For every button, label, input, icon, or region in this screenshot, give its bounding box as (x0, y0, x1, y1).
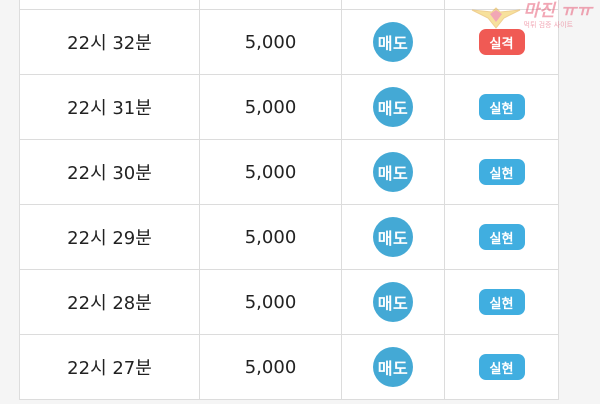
result-cell: 실현 (445, 270, 558, 334)
amount-text: 5,000 (244, 161, 297, 183)
success-badge: 실현 (478, 224, 525, 250)
success-badge: 실현 (478, 354, 525, 380)
amount-cell: 5,000 (200, 335, 342, 399)
amount-text: 5,000 (244, 356, 297, 378)
success-badge: 실현 (478, 289, 525, 315)
action-cell: 매도 (342, 140, 445, 204)
fail-badge: 실격 (478, 29, 525, 55)
time-text: 22시 28분 (67, 293, 152, 314)
wings-emblem-icon (471, 7, 520, 29)
time-cell: 22시 28분 (20, 270, 200, 334)
amount-cell (200, 0, 342, 9)
amount-cell: 5,000 (200, 10, 342, 74)
amount-text: 5,000 (244, 96, 297, 118)
trade-history-page: 22시 32분 5,000 매도 실격 22시 31분 5,000 매도 실현 … (0, 0, 600, 404)
action-cell: 매도 (342, 335, 445, 399)
result-cell: 실현 (445, 335, 558, 399)
success-badge: 실현 (478, 94, 525, 120)
table-row: 22시 29분 5,000 매도 실현 (20, 205, 558, 270)
time-cell: 22시 30분 (20, 140, 200, 204)
amount-cell: 5,000 (200, 270, 342, 334)
result-cell: 실현 (445, 205, 558, 269)
sell-badge: 매도 (373, 152, 413, 192)
time-cell (20, 0, 200, 9)
action-cell: 매도 (342, 270, 445, 334)
time-text: 22시 27분 (67, 358, 152, 379)
time-cell: 22시 29분 (20, 205, 200, 269)
time-cell: 22시 32분 (20, 10, 200, 74)
amount-text: 5,000 (244, 31, 297, 53)
watermark-text: 마진 ㅠㅠ 먹튀 검증 사이트 (524, 2, 592, 29)
time-text: 22시 31분 (67, 98, 152, 119)
result-cell: 실현 (445, 140, 558, 204)
action-cell: 매도 (342, 205, 445, 269)
success-badge: 실현 (478, 159, 525, 185)
sell-badge: 매도 (373, 217, 413, 257)
sell-badge: 매도 (373, 87, 413, 127)
time-text: 22시 30분 (67, 163, 152, 184)
amount-text: 5,000 (244, 226, 297, 248)
sell-badge: 매도 (373, 282, 413, 322)
time-text: 22시 32분 (67, 33, 152, 54)
time-cell: 22시 27분 (20, 335, 200, 399)
site-watermark: 마진 ㅠㅠ 먹튀 검증 사이트 (470, 2, 592, 32)
trade-history-table: 22시 32분 5,000 매도 실격 22시 31분 5,000 매도 실현 … (19, 0, 559, 400)
watermark-subtitle: 먹튀 검증 사이트 (523, 21, 574, 29)
amount-cell: 5,000 (200, 75, 342, 139)
time-text: 22시 29분 (67, 228, 152, 249)
watermark-title: 마진 ㅠㅠ (523, 1, 592, 21)
amount-cell: 5,000 (200, 140, 342, 204)
amount-text: 5,000 (244, 291, 297, 313)
sell-badge: 매도 (373, 22, 413, 62)
table-row: 22시 28분 5,000 매도 실현 (20, 270, 558, 335)
action-cell: 매도 (342, 75, 445, 139)
time-cell: 22시 31분 (20, 75, 200, 139)
table-row: 22시 31분 5,000 매도 실현 (20, 75, 558, 140)
sell-badge: 매도 (373, 347, 413, 387)
action-cell: 매도 (342, 10, 445, 74)
action-cell (342, 0, 445, 9)
table-row: 22시 27분 5,000 매도 실현 (20, 335, 558, 400)
amount-cell: 5,000 (200, 205, 342, 269)
result-cell: 실현 (445, 75, 558, 139)
table-row: 22시 30분 5,000 매도 실현 (20, 140, 558, 205)
